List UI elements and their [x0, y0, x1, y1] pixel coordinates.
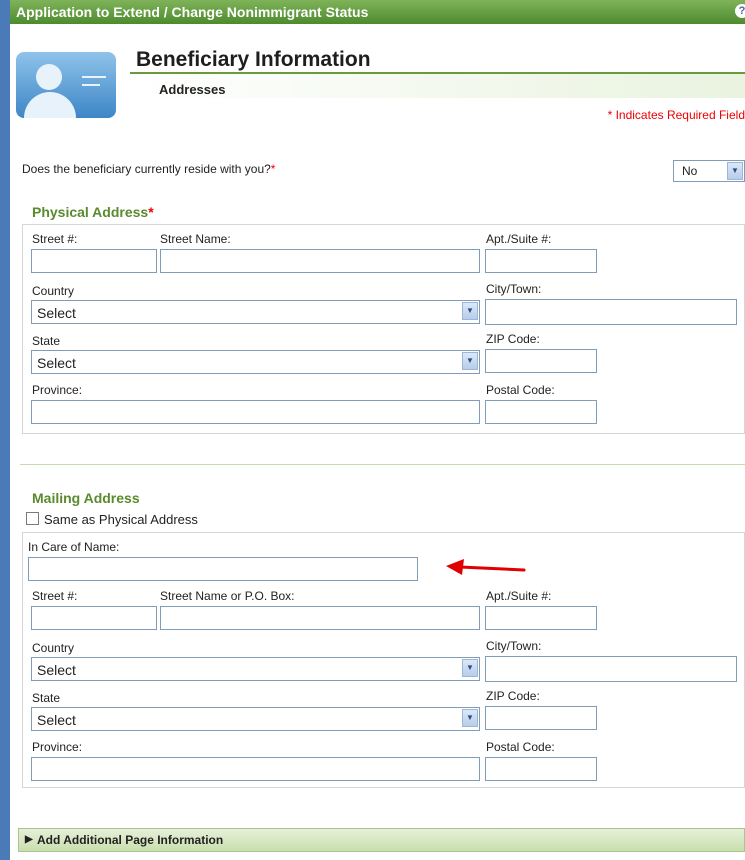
chevron-down-icon[interactable]: ▼ — [462, 352, 478, 370]
same-as-physical-label: Same as Physical Address — [44, 512, 198, 527]
reside-select-value: No — [682, 164, 698, 178]
mailing-country-value: Select — [37, 662, 76, 678]
required-note: * Indicates Required Field — [607, 108, 745, 122]
triangle-right-icon: ▶ — [25, 834, 33, 845]
mailing-state-label: State — [32, 691, 61, 705]
physical-province-label: Province: — [32, 383, 83, 397]
window-titlebar: Application to Extend / Change Nonimmigr… — [10, 0, 745, 24]
physical-zip-input[interactable] — [485, 349, 597, 373]
same-as-physical-checkbox[interactable] — [26, 512, 39, 525]
physical-country-select[interactable]: Select ▼ — [31, 300, 480, 324]
physical-address-title-text: Physical Address — [32, 204, 149, 220]
mailing-zip-label: ZIP Code: — [486, 689, 540, 703]
mailing-zip-input[interactable] — [485, 706, 597, 730]
chevron-down-icon[interactable]: ▼ — [727, 162, 743, 180]
physical-state-value: Select — [37, 355, 76, 371]
chevron-down-icon[interactable]: ▼ — [462, 659, 478, 677]
physical-apt-input[interactable] — [485, 249, 597, 273]
mailing-street-no-input[interactable] — [31, 606, 157, 630]
mailing-state-value: Select — [37, 712, 76, 728]
physical-postal-label: Postal Code: — [486, 383, 555, 397]
window-title: Application to Extend / Change Nonimmigr… — [16, 4, 369, 20]
mailing-country-select[interactable]: Select ▼ — [31, 657, 480, 681]
physical-apt-label: Apt./Suite #: — [486, 232, 552, 246]
add-additional-info-label: Add Additional Page Information — [37, 833, 224, 847]
mailing-street-name-input[interactable] — [160, 606, 480, 630]
physical-street-name-input[interactable] — [160, 249, 480, 273]
physical-zip-label: ZIP Code: — [486, 332, 540, 346]
application-window: Application to Extend / Change Nonimmigr… — [10, 0, 745, 860]
physical-province-input[interactable] — [31, 400, 480, 424]
mailing-city-input[interactable] — [485, 656, 737, 682]
page-title: Beneficiary Information — [136, 48, 371, 71]
physical-address-title: Physical Address* — [32, 204, 154, 220]
physical-street-name-label: Street Name: — [160, 232, 231, 246]
care-of-input[interactable] — [28, 557, 418, 581]
help-icon[interactable]: ? — [735, 4, 745, 18]
required-mark: * — [148, 204, 154, 220]
mailing-state-select[interactable]: Select ▼ — [31, 707, 480, 731]
mailing-apt-input[interactable] — [485, 606, 597, 630]
physical-state-select[interactable]: Select ▼ — [31, 350, 480, 374]
chevron-down-icon[interactable]: ▼ — [462, 709, 478, 727]
mailing-postal-input[interactable] — [485, 757, 597, 781]
mailing-apt-label: Apt./Suite #: — [486, 589, 552, 603]
chevron-down-icon[interactable]: ▼ — [462, 302, 478, 320]
user-profile-icon — [16, 52, 116, 118]
mailing-province-input[interactable] — [31, 757, 480, 781]
physical-city-label: City/Town: — [486, 282, 542, 296]
physical-state-label: State — [32, 334, 61, 348]
mailing-address-title: Mailing Address — [32, 490, 140, 506]
add-additional-info-bar[interactable]: ▶ Add Additional Page Information — [18, 828, 745, 852]
section-divider — [20, 464, 745, 465]
arrow-left-icon — [446, 559, 526, 575]
physical-country-label: Country — [32, 284, 75, 298]
physical-country-value: Select — [37, 305, 76, 321]
mailing-city-label: City/Town: — [486, 639, 542, 653]
physical-postal-input[interactable] — [485, 400, 597, 424]
reside-question-text: Does the beneficiary currently reside wi… — [22, 162, 271, 176]
care-of-label: In Care of Name: — [28, 540, 120, 554]
physical-street-no-label: Street #: — [32, 232, 78, 246]
required-mark: * — [270, 162, 276, 176]
mailing-country-label: Country — [32, 641, 75, 655]
mailing-street-name-label: Street Name or P.O. Box: — [160, 589, 295, 603]
physical-street-no-input[interactable] — [31, 249, 157, 273]
mailing-province-label: Province: — [32, 740, 83, 754]
page-subtitle: Addresses — [159, 82, 226, 97]
reside-select[interactable]: No ▼ — [673, 160, 745, 182]
physical-city-input[interactable] — [485, 299, 737, 325]
mailing-street-no-label: Street #: — [32, 589, 78, 603]
mailing-postal-label: Postal Code: — [486, 740, 555, 754]
reside-question: Does the beneficiary currently reside wi… — [22, 162, 275, 176]
